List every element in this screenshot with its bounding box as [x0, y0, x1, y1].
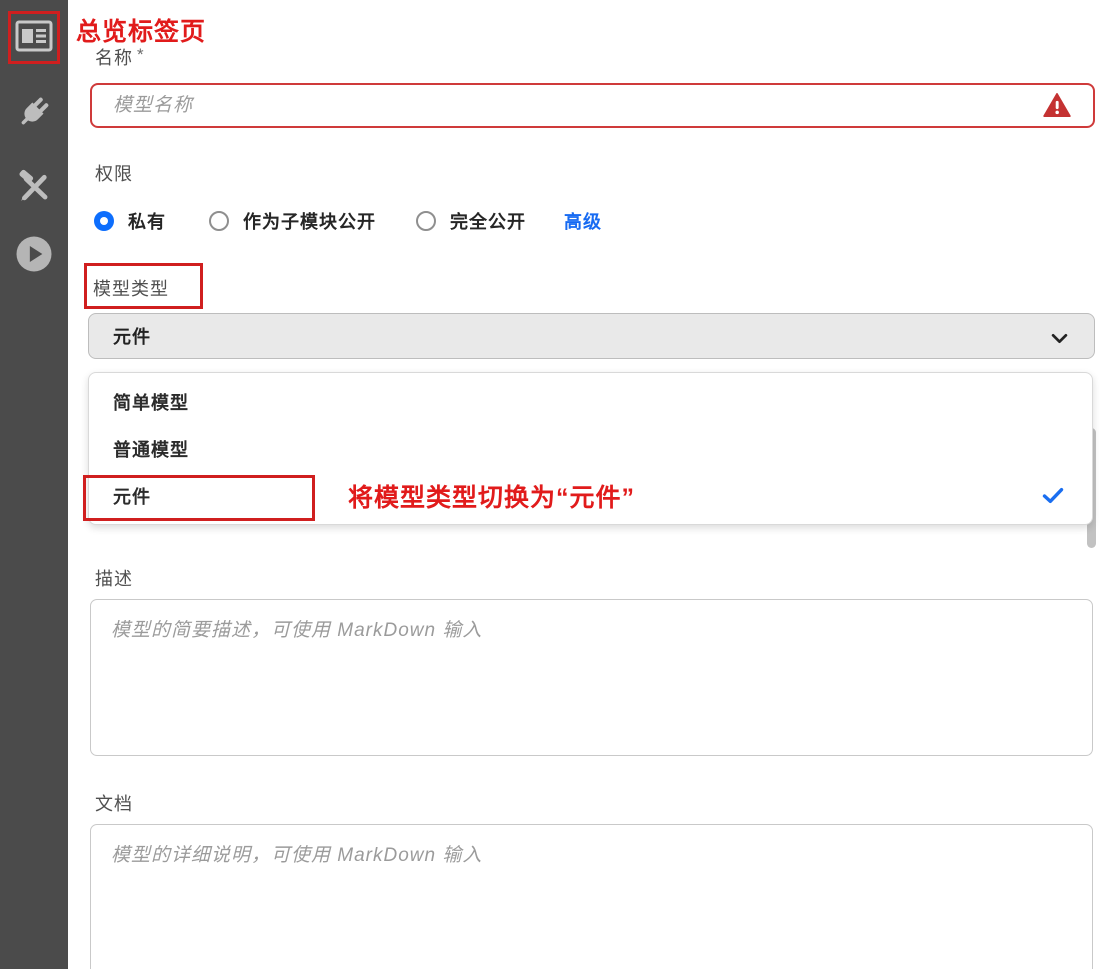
radio-circle-submodule[interactable]	[209, 211, 229, 231]
description-textarea[interactable]	[90, 599, 1093, 756]
advanced-link[interactable]: 高级	[564, 208, 602, 234]
plug-icon	[15, 93, 53, 136]
dropdown-option-normal[interactable]: 普通模型	[89, 425, 1092, 472]
permission-label: 权限	[95, 160, 133, 186]
model-type-label: 模型类型	[93, 275, 169, 301]
model-name-input[interactable]	[90, 83, 1095, 128]
tools-icon	[15, 167, 53, 210]
overview-icon	[15, 20, 53, 57]
play-icon	[14, 234, 54, 279]
sidebar-item-tools[interactable]	[0, 158, 68, 218]
checkmark-icon	[1042, 487, 1064, 509]
annotation-switch-type: 将模型类型切换为“元件”	[348, 478, 635, 514]
description-label: 描述	[95, 565, 133, 591]
dropdown-option-simple[interactable]: 简单模型	[89, 378, 1092, 425]
radio-label-private: 私有	[128, 208, 166, 234]
select-value: 元件	[113, 323, 151, 349]
radio-label-submodule: 作为子模块公开	[243, 208, 376, 234]
radio-circle-private[interactable]	[94, 211, 114, 231]
main-form: 总览标签页 名称* 权限 私有 作为子模块公开	[68, 0, 1110, 969]
chevron-down-icon	[1051, 331, 1068, 349]
sidebar-item-plugins[interactable]	[0, 84, 68, 144]
radio-label-public: 完全公开	[450, 208, 526, 234]
sidebar-item-run[interactable]	[0, 226, 68, 286]
radio-private[interactable]: 私有	[94, 208, 166, 234]
radio-circle-public[interactable]	[416, 211, 436, 231]
sidebar	[0, 0, 68, 969]
page: 总览标签页 名称* 权限 私有 作为子模块公开	[0, 0, 1110, 969]
error-warning-icon	[1043, 92, 1071, 118]
documentation-textarea[interactable]	[90, 824, 1093, 969]
radio-submodule-public[interactable]: 作为子模块公开	[209, 208, 376, 234]
model-type-select[interactable]: 元件	[88, 313, 1095, 359]
permission-radio-group: 私有 作为子模块公开 完全公开 高级	[94, 208, 602, 234]
annotation-overview-tab: 总览标签页	[76, 12, 206, 48]
documentation-label: 文档	[95, 790, 133, 816]
sidebar-item-overview[interactable]	[0, 8, 68, 68]
radio-fully-public[interactable]: 完全公开	[416, 208, 526, 234]
